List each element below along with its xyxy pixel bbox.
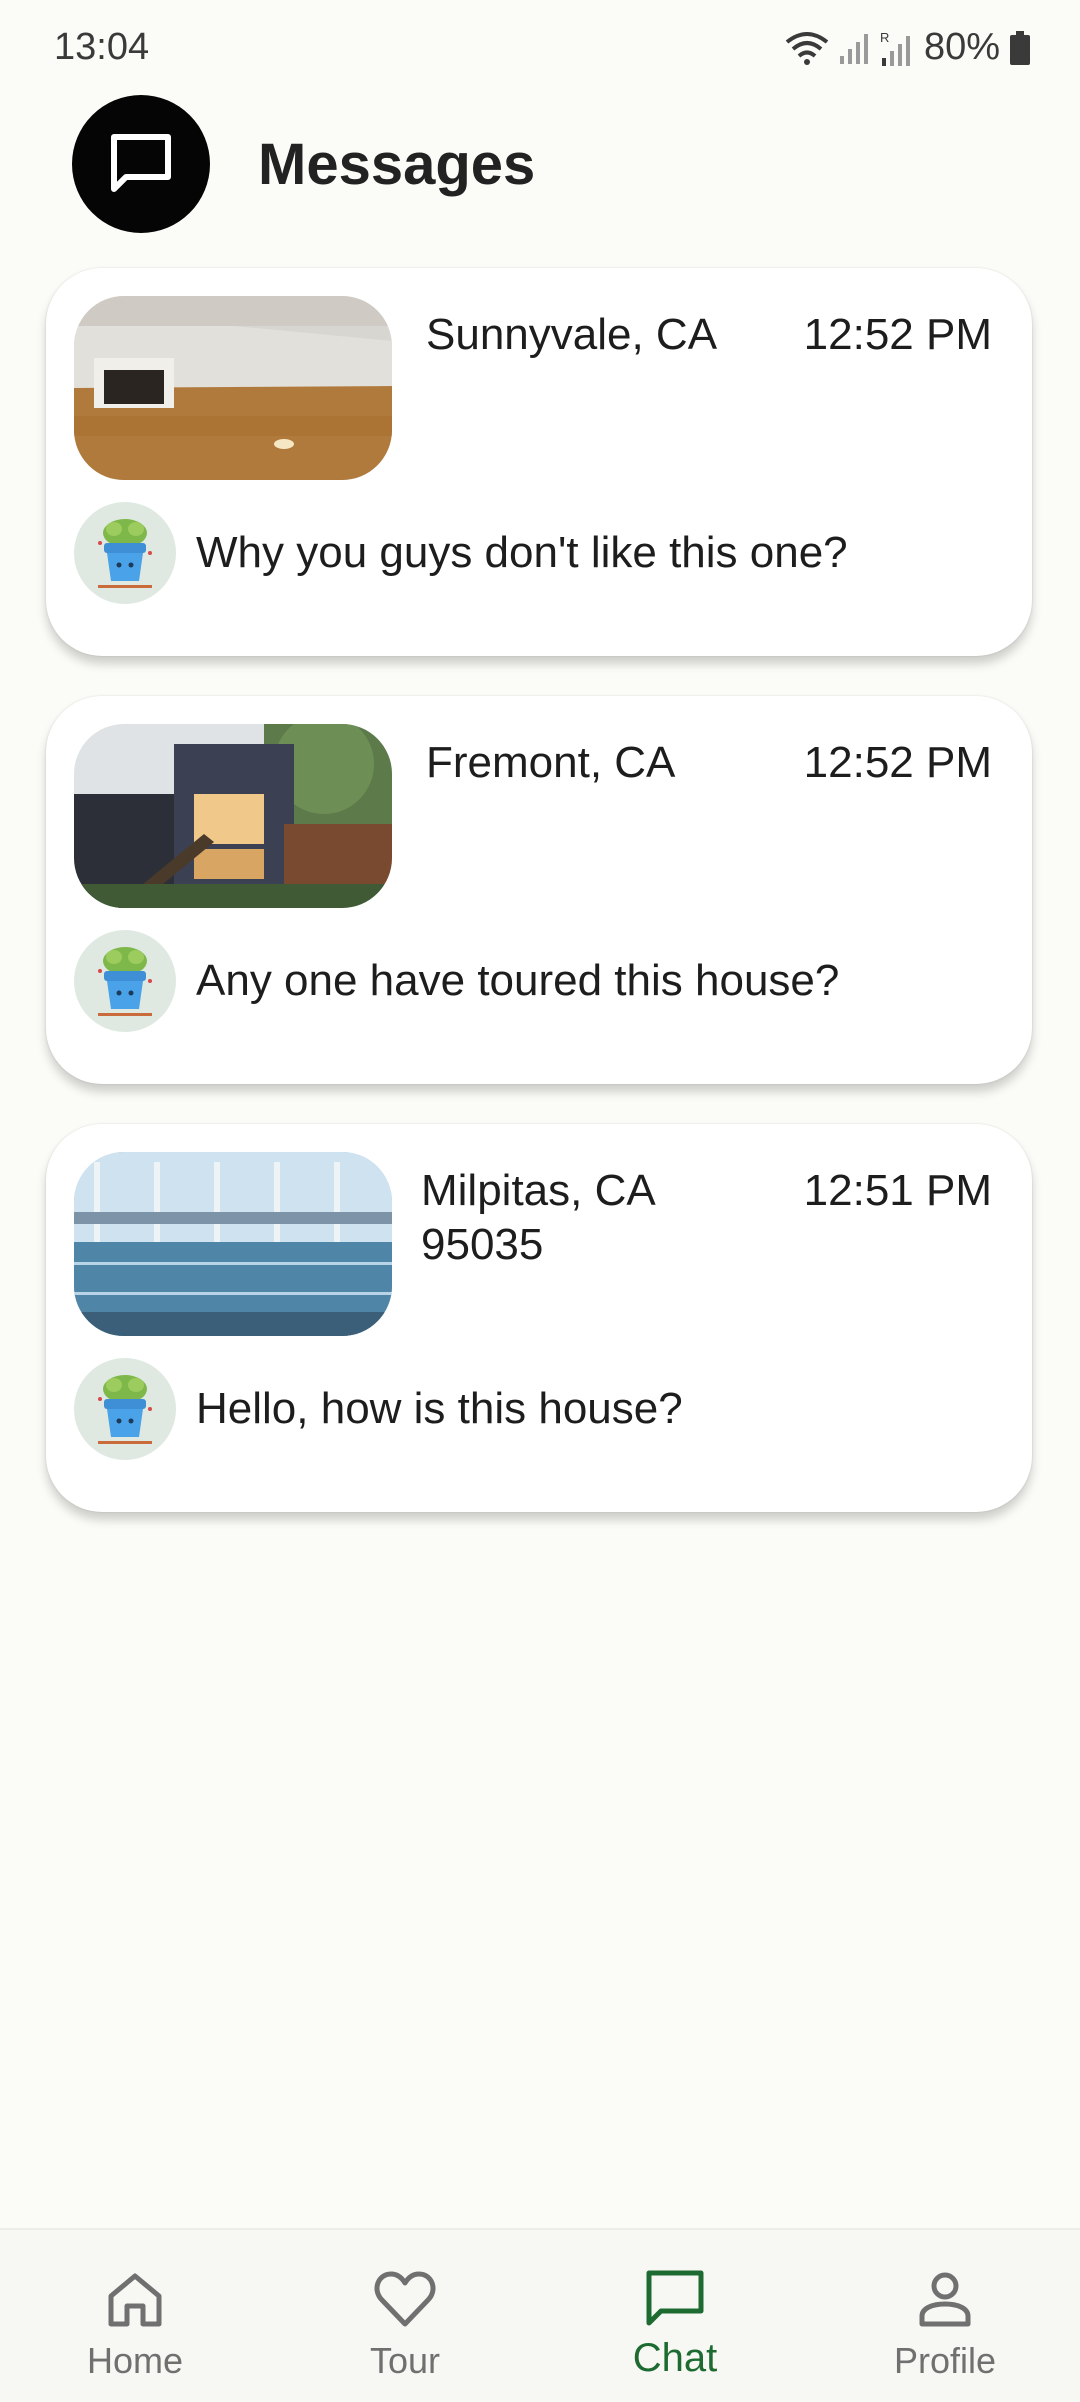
avatar (74, 930, 176, 1032)
page-title: Messages (258, 132, 536, 197)
home-icon (108, 2273, 162, 2327)
plant-pot-icon (98, 1375, 152, 1444)
chat-bubble-icon (111, 134, 171, 192)
house-exterior-photo (74, 724, 392, 908)
plant-pot-icon (98, 519, 152, 588)
nav-label: Profile (893, 2340, 997, 2381)
plant-pot-icon (98, 947, 152, 1016)
chat-location: Fremont, CA (426, 738, 676, 787)
chat-time: 12:52 PM (803, 738, 992, 787)
avatar (74, 502, 176, 604)
signal-icon (839, 33, 868, 64)
profile-icon (919, 2272, 971, 2327)
chat-card[interactable]: Milpitas, CA 95035 12:51 PM Hello, how i… (46, 1124, 1032, 1512)
nav-home[interactable]: Home (35, 2230, 235, 2402)
empty-room-photo (74, 296, 392, 480)
chat-location: Sunnyvale, CA (426, 310, 718, 359)
nav-chat[interactable]: Chat (575, 2230, 775, 2402)
indoor-pool-photo (74, 1152, 392, 1336)
signal-roaming-icon: R (880, 30, 910, 66)
svg-text:R: R (880, 30, 889, 45)
status-time: 13:04 (54, 26, 150, 68)
nav-profile[interactable]: Profile (845, 2230, 1045, 2402)
messages-badge (72, 95, 210, 233)
nav-label: Tour (369, 2340, 441, 2381)
heart-icon (374, 2271, 436, 2327)
wifi-icon (785, 31, 829, 65)
nav-label: Home (86, 2340, 184, 2381)
bottom-nav: Home Tour Chat Profile (0, 2228, 1080, 2402)
nav-tour[interactable]: Tour (305, 2230, 505, 2402)
battery-icon (1010, 30, 1030, 65)
page-header: Messages (0, 95, 1080, 235)
chat-location: Milpitas, CA 95035 (421, 1166, 654, 1269)
avatar (74, 1358, 176, 1460)
status-bar: 13:04 R 80% (0, 0, 1080, 100)
nav-label: Chat (632, 2336, 718, 2380)
chat-card[interactable]: Fremont, CA 12:52 PM Any one have toured… (46, 696, 1032, 1084)
chat-message: Why you guys don't like this one? (196, 528, 848, 577)
chat-message: Hello, how is this house? (196, 1384, 683, 1433)
chat-icon (646, 2270, 704, 2326)
chat-time: 12:52 PM (803, 310, 992, 359)
chat-time: 12:51 PM (803, 1166, 992, 1215)
chat-message: Any one have toured this house? (196, 956, 840, 1005)
battery-percent: 80% (923, 26, 1000, 68)
chat-card[interactable]: Sunnyvale, CA 12:52 PM Why you guys don'… (46, 268, 1032, 656)
status-icons: R 80% (784, 26, 1030, 69)
